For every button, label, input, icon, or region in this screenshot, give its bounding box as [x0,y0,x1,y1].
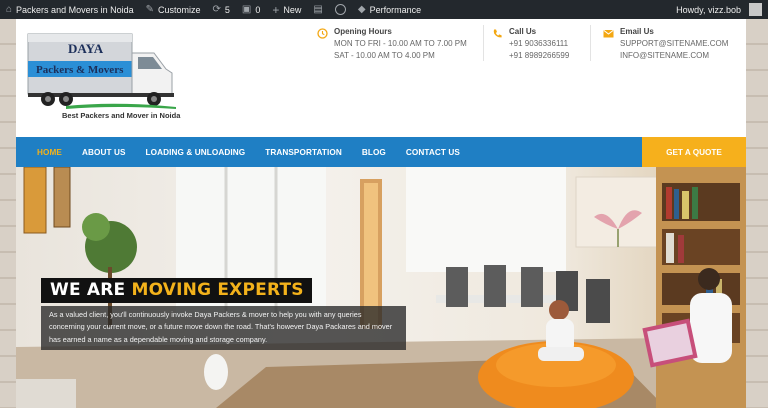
howdy-text: Howdy, vizz.bob [676,4,741,15]
main-navigation: HOME ABOUT US LOADING & UNLOADING TRANSP… [16,137,746,167]
logo-line2: Packers & Movers [36,64,124,76]
call-title: Call Us [509,27,537,36]
home-icon: ⌂ [6,3,13,15]
comments-count: 0 [255,4,261,15]
performance-icon: ◆ [357,3,366,15]
comment-icon: ▣ [241,3,252,15]
page-background-left [0,19,16,408]
nav-item-home[interactable]: HOME [37,148,62,157]
brush-icon: ✎ [145,3,154,15]
nav-item-transportation[interactable]: TRANSPORTATION [265,148,342,157]
hours-weekday: MON TO FRI - 10.00 AM TO 7.00 PM [334,39,467,48]
get-a-quote-button[interactable]: GET A QUOTE [642,137,746,167]
logo-tagline: Best Packers and Mover in Noida [62,111,181,120]
updates-count: 5 [224,4,230,15]
seo-icon: ▤ [313,3,323,15]
admin-bar-new[interactable]: + New [266,0,307,19]
email-support[interactable]: SUPPORT@SITENAME.COM [620,39,728,48]
site-logo[interactable]: DAYA Packers & Movers Best Packers and M… [26,29,181,120]
email-title: Email Us [620,27,654,36]
admin-bar-site[interactable]: ⌂ Packers and Movers in Noida [0,0,140,19]
admin-bar-updates[interactable]: ⟳ 5 [207,0,236,19]
truck-logo-icon: DAYA Packers & Movers [27,33,176,109]
site-header: DAYA Packers & Movers Best Packers and M… [16,19,746,137]
nav-item-blog[interactable]: BLOG [362,148,386,157]
site-name: Packers and Movers in Noida [16,4,134,15]
phone-number-1[interactable]: +91 9036336111 [509,39,568,48]
hero-heading-orange: MOVING EXPERTS [131,280,304,300]
new-label: New [283,4,302,15]
wordpress-icon [334,4,346,15]
nav-item-about-us[interactable]: ABOUT US [82,148,126,157]
plus-icon: + [272,2,280,17]
avatar [749,3,762,16]
refresh-icon: ⟳ [212,3,221,15]
clock-icon [317,28,328,39]
header-divider [483,25,484,61]
performance-label: Performance [369,4,422,15]
admin-bar-customize[interactable]: ✎ Customize [140,0,207,19]
site-wrapper: DAYA Packers & Movers Best Packers and M… [16,19,746,408]
hours-title: Opening Hours [334,27,392,36]
hero-caption: WE ARE MOVING EXPERTS As a valued client… [41,278,406,350]
phone-number-2[interactable]: +91 8989266599 [509,51,569,60]
email-info[interactable]: INFO@SITENAME.COM [620,51,709,60]
hero-heading: WE ARE MOVING EXPERTS [41,278,312,303]
nav-item-loading-unloading[interactable]: LOADING & UNLOADING [146,148,246,157]
phone-icon [492,28,503,39]
header-divider [590,25,591,61]
admin-bar-account[interactable]: Howdy, vizz.bob [670,0,768,19]
hero-description: As a valued client, you'll continuously … [41,306,406,350]
page-background-right [746,19,768,408]
hours-saturday: SAT - 10.00 AM TO 4.00 PM [334,51,435,60]
hero-banner: WE ARE MOVING EXPERTS As a valued client… [16,167,746,408]
envelope-icon [603,28,614,39]
nav-item-contact-us[interactable]: CONTACT US [406,148,460,157]
logo-line1: DAYA [68,41,104,56]
admin-bar-yoast[interactable]: ▤ [307,0,328,19]
admin-bar: ⌂ Packers and Movers in Noida ✎ Customiz… [0,0,768,19]
hero-heading-white: WE ARE [50,280,132,300]
customize-label: Customize [158,4,201,15]
admin-bar-wp-logo[interactable] [329,0,352,19]
admin-bar-comments[interactable]: ▣ 0 [236,0,266,19]
admin-bar-performance[interactable]: ◆ Performance [352,0,427,19]
